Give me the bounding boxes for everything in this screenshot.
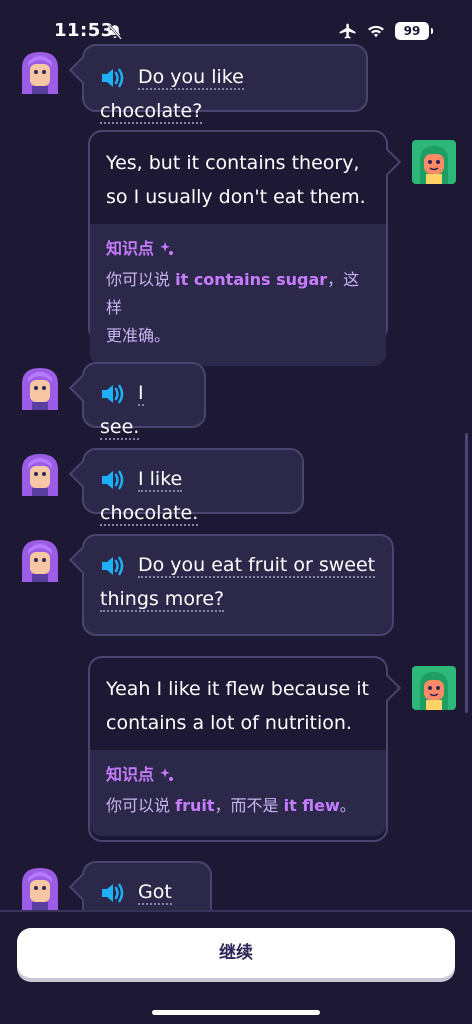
tutor-avatar [22, 52, 58, 94]
user-avatar [412, 140, 456, 184]
tip-title-text: 知识点 [106, 239, 155, 258]
message-text-line2[interactable]: things more? [100, 588, 225, 612]
tutor-message-bubble[interactable]: Do you eat fruit or sweet things more? [82, 534, 394, 636]
tip-suggestion: it contains sugar [175, 270, 328, 289]
tip-body: 你可以说 fruit，而不是 it flew。 [106, 792, 370, 820]
tip-suffix-line2: 更准确。 [106, 326, 171, 345]
tip-suggestion: fruit [175, 796, 215, 815]
tutor-message-bubble[interactable]: Do you like chocolate? [82, 44, 368, 124]
tutor-avatar [22, 868, 58, 910]
tutor-avatar [22, 540, 58, 582]
message-text-line1: Yeah I like it flew because it [106, 678, 369, 700]
tutor-avatar [22, 454, 58, 496]
message-text-line2: contains a lot of nutrition. [106, 712, 352, 734]
correction-tip: 知识点 你可以说 fruit，而不是 it flew。 [90, 750, 386, 836]
speaker-icon[interactable] [100, 555, 126, 577]
tip-prefix: 你可以说 [106, 270, 171, 289]
tip-prefix: 你可以说 [106, 796, 171, 815]
user-message-bubble: Yes, but it contains theory, so I usuall… [88, 130, 388, 366]
tip-body: 你可以说 it contains sugar，这样 更准确。 [106, 266, 370, 350]
tutor-message-bubble[interactable]: Got it. [82, 861, 212, 910]
correction-tip: 知识点 你可以说 it contains sugar，这样 更准确。 [90, 224, 386, 366]
sparkle-icon [160, 242, 174, 255]
message-text-line2: so I usually don't eat them. [106, 186, 366, 208]
tip-end: 。 [339, 796, 356, 815]
speaker-icon[interactable] [100, 882, 126, 904]
speaker-icon[interactable] [100, 469, 126, 491]
message-text-line1: Yes, but it contains theory, [106, 152, 360, 174]
tutor-avatar [22, 368, 58, 410]
continue-button[interactable]: 继续 [17, 928, 455, 978]
scrollbar[interactable] [465, 433, 468, 713]
tutor-message-bubble[interactable]: I see. [82, 362, 206, 440]
tip-original: it flew [283, 796, 340, 815]
user-avatar [412, 666, 456, 710]
tip-middle: ，而不是 [214, 796, 279, 815]
home-indicator[interactable] [152, 1010, 320, 1015]
tip-title: 知识点 [106, 764, 370, 786]
user-message-bubble: Yeah I like it flew because it contains … [88, 656, 388, 842]
tutor-message-bubble[interactable]: I like chocolate. [82, 448, 304, 526]
tip-title-text: 知识点 [106, 765, 155, 784]
sparkle-icon [160, 768, 174, 781]
chat-area[interactable]: Do you like chocolate? Yes, but it conta… [0, 0, 472, 910]
message-text-line1[interactable]: Do you eat fruit or sweet [138, 554, 376, 578]
tip-title: 知识点 [106, 238, 370, 260]
speaker-icon[interactable] [100, 67, 126, 89]
speaker-icon[interactable] [100, 383, 126, 405]
